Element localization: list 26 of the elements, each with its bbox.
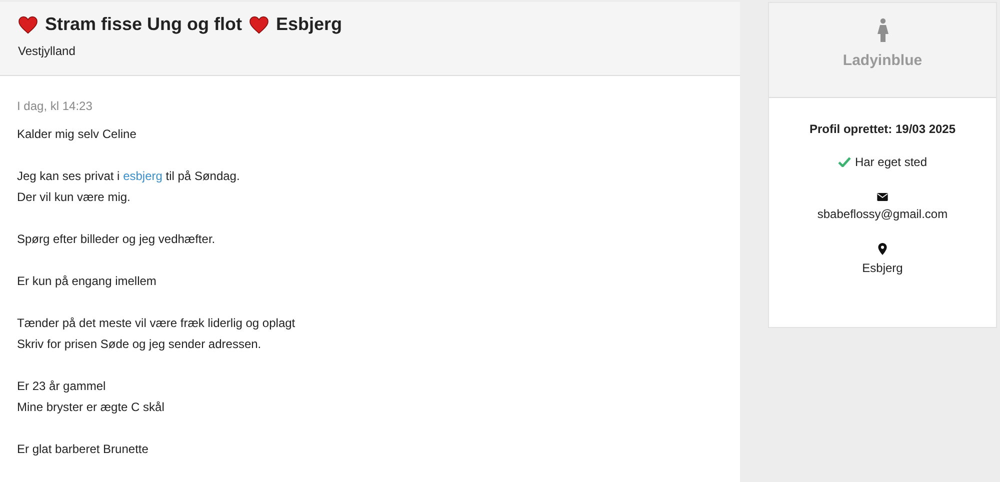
post-text: Kalder mig selv Celine <box>17 126 136 143</box>
profile-created: Profil oprettet: 19/03 2025 <box>809 122 956 136</box>
email-address: sbabeflossy@gmail.com <box>817 207 948 221</box>
post-date: I dag, kl 14:23 <box>17 98 94 115</box>
post-text: Er 23 år gammel <box>17 378 106 395</box>
username: Ladyinblue <box>842 52 922 69</box>
post-text: Spørg efter billeder og jeg vedhæfter. <box>17 231 216 248</box>
post-title: Stram fisse Ung og flot <box>45 14 242 35</box>
post-text: Skriv for prisen Søde og jeg sender adressen. <box>17 336 262 353</box>
region-label: Vestjylland <box>18 44 76 58</box>
envelope-icon <box>876 193 888 201</box>
woman-icon <box>876 18 888 42</box>
location-link[interactable]: esbjerg <box>123 169 162 183</box>
post-text: Jeg kan ses privat i esbjerg til på Søndag. <box>17 168 240 185</box>
post-title: Esbjerg <box>276 14 342 35</box>
post-text: Tænder på det meste vil være fræk liderlig og oplagt <box>17 315 296 332</box>
post-text: Er kun på engang imellem <box>17 273 156 290</box>
post-text: Mine bryster er ægte C skål <box>17 399 164 416</box>
heart-icon <box>18 16 38 34</box>
map-pin-icon <box>878 243 887 255</box>
feature-label: Har eget sted <box>854 155 928 169</box>
location-label: Esbjerg <box>862 261 903 275</box>
post-text: Der vil kun være mig. <box>17 189 130 206</box>
heart-icon <box>249 16 270 34</box>
post-text: Er glat barberet Brunette <box>17 441 148 458</box>
check-icon <box>838 157 851 167</box>
